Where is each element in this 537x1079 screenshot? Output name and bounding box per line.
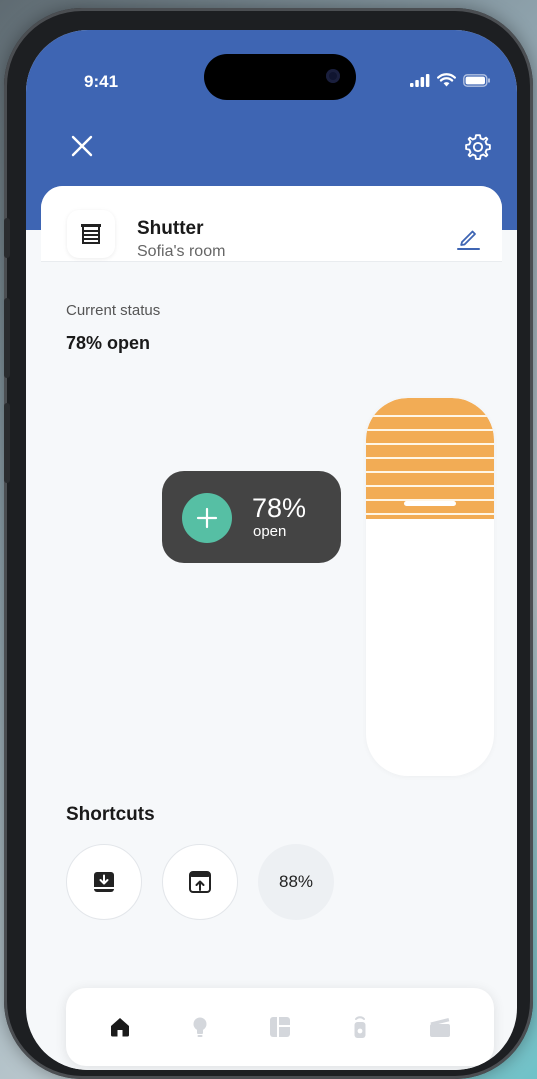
shortcut-preset-label: 88%: [278, 872, 314, 891]
shutter-slat-line: [366, 429, 494, 431]
shutter-slat-line: [366, 457, 494, 459]
device-room: Sofia's room: [137, 243, 226, 260]
tab-remote[interactable]: [340, 1007, 380, 1047]
position-tooltip: 78% open: [162, 471, 341, 563]
shutter-slat-line: [366, 513, 494, 515]
shortcut-open-button[interactable]: [162, 844, 238, 920]
shutter-slat-line: [366, 485, 494, 487]
app-screen: 9:41 Shutter Sofia's room Current status…: [26, 30, 517, 1070]
status-time: 9:41: [84, 72, 119, 91]
shortcuts-title: Shortcuts: [66, 804, 155, 825]
action-button: [4, 218, 10, 258]
dynamic-island: [204, 54, 356, 100]
wifi-icon: [437, 73, 456, 87]
gear-icon: [465, 134, 491, 160]
close-button[interactable]: [68, 132, 96, 160]
shutter-slat-line: [366, 443, 494, 445]
bottom-tab-bar: [66, 988, 494, 1066]
device-icon-tile: [67, 210, 115, 258]
volume-down-button: [4, 403, 10, 483]
tab-scenes[interactable]: [420, 1007, 460, 1047]
plus-button[interactable]: [182, 493, 232, 543]
bulb-icon: [193, 1017, 207, 1037]
open-shutter-icon: [189, 871, 211, 893]
camera-icon: [326, 69, 340, 83]
device-header: Shutter Sofia's room: [41, 186, 502, 262]
shutter-tab-icon: [270, 1017, 290, 1037]
edit-button[interactable]: [454, 224, 482, 252]
tab-home[interactable]: [100, 1007, 140, 1047]
scene-icon: [430, 1018, 450, 1037]
shutter-slat-line: [366, 471, 494, 473]
tab-lights[interactable]: [180, 1007, 220, 1047]
tooltip-state: open: [253, 523, 287, 540]
home-icon: [111, 1018, 129, 1037]
volume-up-button: [4, 298, 10, 378]
status-value: 78% open: [66, 333, 151, 353]
status-label: Current status: [66, 302, 161, 319]
shortcut-preset-button[interactable]: 88%: [258, 844, 334, 920]
pencil-icon: [457, 230, 480, 250]
phone-frame: 9:41 Shutter Sofia's room Current status…: [4, 8, 533, 1079]
tooltip-percent: 78%: [252, 493, 307, 523]
battery-icon: [463, 73, 490, 87]
close-icon: [71, 135, 93, 157]
settings-button[interactable]: [463, 132, 493, 162]
close-shutter-icon: [94, 872, 114, 892]
shutter-icon: [81, 224, 101, 244]
slider-handle[interactable]: [404, 501, 456, 506]
device-sheet: Shutter Sofia's room Current status 78% …: [41, 186, 502, 1070]
device-name: Shutter: [137, 218, 204, 239]
shutter-position-slider[interactable]: [366, 398, 494, 776]
shutter-slat-line: [366, 415, 494, 417]
plus-icon: [196, 507, 218, 529]
signal-icon: [410, 73, 430, 87]
status-icons: [410, 73, 491, 87]
remote-icon: [354, 1016, 366, 1038]
shortcut-close-button[interactable]: [66, 844, 142, 920]
tab-shutters[interactable]: [260, 1007, 300, 1047]
